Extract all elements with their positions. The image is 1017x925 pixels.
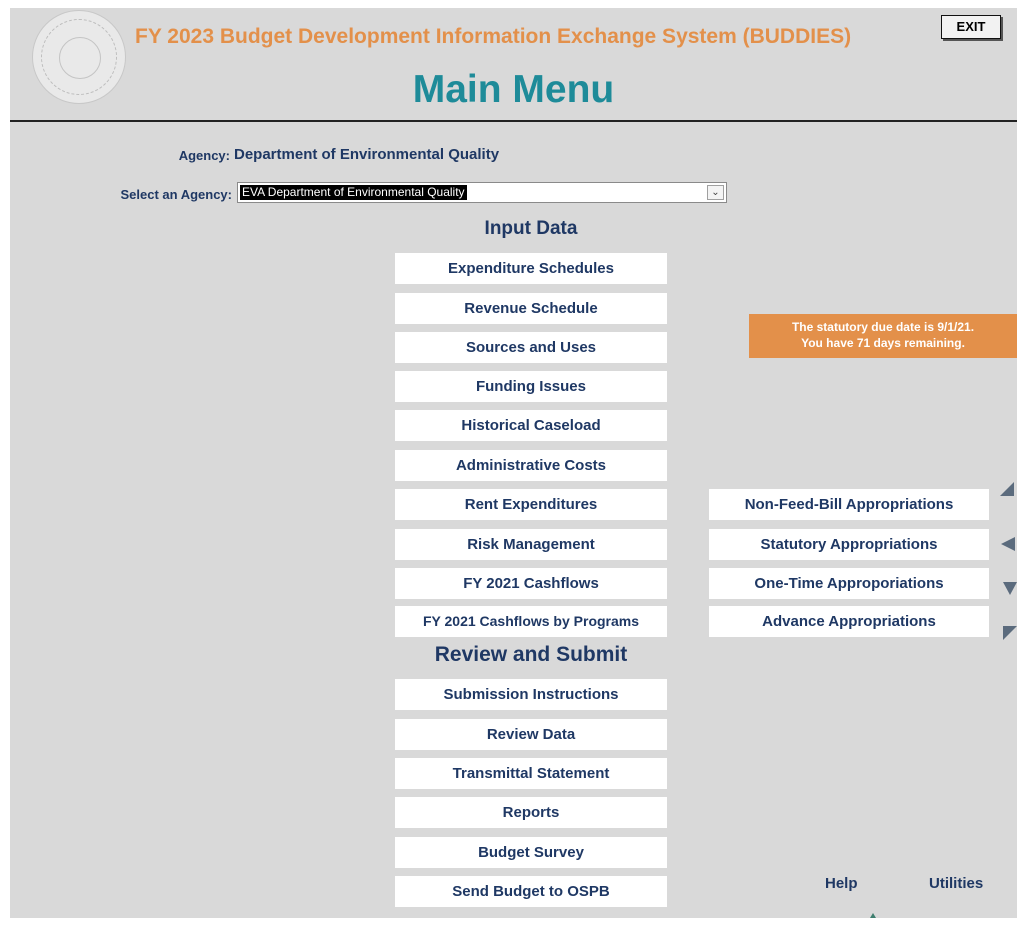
statutory-appropriations-button[interactable]: Statutory Appropriations — [709, 529, 989, 560]
advance-appropriations-button[interactable]: Advance Appropriations — [709, 606, 989, 637]
budget-survey-button[interactable]: Budget Survey — [395, 837, 667, 868]
due-date-line: The statutory due date is 9/1/21. — [791, 320, 975, 334]
arrow-up-icon — [867, 913, 879, 918]
agency-label: Agency: — [178, 148, 230, 163]
select-agency-label: Select an Agency: — [120, 187, 232, 202]
header-divider — [10, 120, 1017, 122]
transmittal-statement-button[interactable]: Transmittal Statement — [395, 758, 667, 789]
historical-caseload-button[interactable]: Historical Caseload — [395, 410, 667, 441]
agency-select-dropdown[interactable]: EVA Department of Environmental Quality … — [237, 182, 727, 203]
app-title: FY 2023 Budget Development Information E… — [135, 25, 852, 48]
administrative-costs-button[interactable]: Administrative Costs — [395, 450, 667, 481]
rent-expenditures-button[interactable]: Rent Expenditures — [395, 489, 667, 520]
input-data-heading: Input Data — [484, 218, 578, 239]
review-data-button[interactable]: Review Data — [395, 719, 667, 750]
days-remaining-line: You have 71 days remaining. — [801, 336, 965, 350]
non-feed-bill-appropriations-button[interactable]: Non-Feed-Bill Appropriations — [709, 489, 989, 520]
arrow-down-icon — [1003, 582, 1017, 595]
risk-management-button[interactable]: Risk Management — [395, 529, 667, 560]
reports-button[interactable]: Reports — [395, 797, 667, 828]
main-menu-panel: FY 2023 Budget Development Information E… — [10, 8, 1017, 918]
due-date-notice: The statutory due date is 9/1/21. You ha… — [749, 314, 1017, 358]
revenue-schedule-button[interactable]: Revenue Schedule — [395, 293, 667, 324]
arrow-up-left-icon — [1000, 482, 1014, 496]
send-budget-to-ospb-button[interactable]: Send Budget to OSPB — [395, 876, 667, 907]
fy2021-cashflows-by-programs-button[interactable]: FY 2021 Cashflows by Programs — [395, 606, 667, 637]
arrow-left-icon — [1001, 537, 1015, 551]
submission-instructions-button[interactable]: Submission Instructions — [395, 679, 667, 710]
expenditure-schedules-button[interactable]: Expenditure Schedules — [395, 253, 667, 284]
funding-issues-button[interactable]: Funding Issues — [395, 371, 667, 402]
fy2021-cashflows-button[interactable]: FY 2021 Cashflows — [395, 568, 667, 599]
page-title: Main Menu — [412, 68, 615, 111]
utilities-link[interactable]: Utilities — [929, 875, 983, 892]
review-and-submit-heading: Review and Submit — [434, 643, 628, 666]
arrow-down-left-icon — [1003, 626, 1017, 640]
one-time-appropriations-button[interactable]: One-Time Approporiations — [709, 568, 989, 599]
exit-button[interactable]: EXIT — [941, 15, 1001, 39]
help-link[interactable]: Help — [825, 875, 858, 892]
agency-value: Department of Environmental Quality — [234, 146, 500, 163]
sources-and-uses-button[interactable]: Sources and Uses — [395, 332, 667, 363]
agency-select-value: EVA Department of Environmental Quality — [240, 185, 467, 200]
chevron-down-icon[interactable]: ⌄ — [707, 185, 724, 200]
